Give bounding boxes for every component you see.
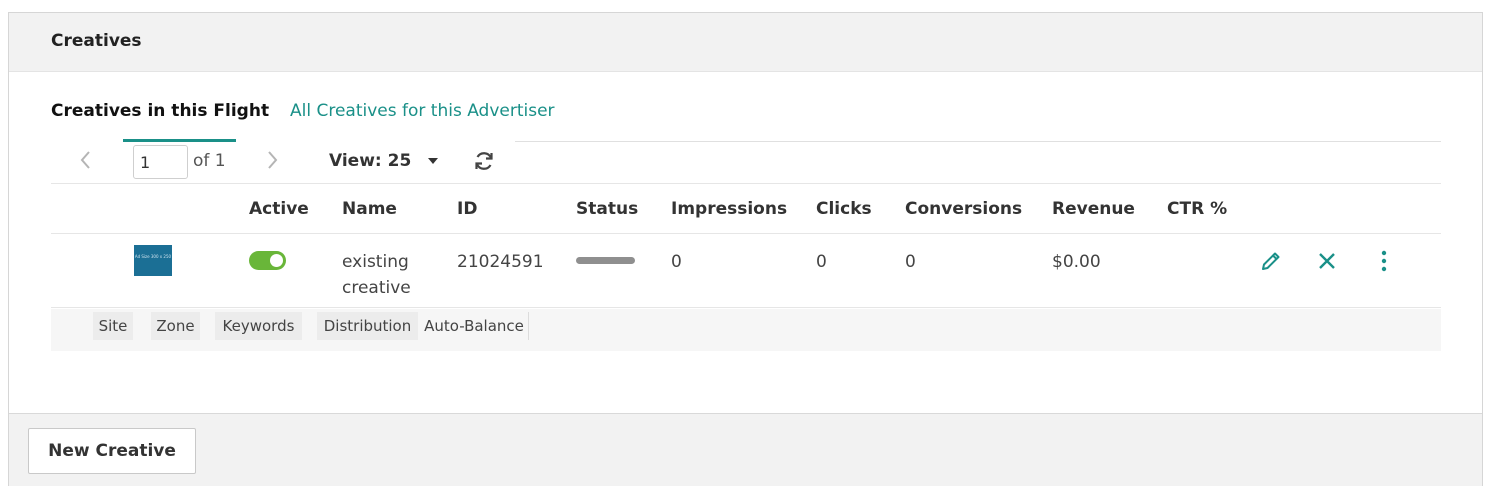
caret-down-icon — [428, 158, 439, 164]
header-divider — [51, 233, 1441, 234]
creative-id: 21024591 — [457, 252, 544, 272]
toggle-knob — [270, 254, 283, 267]
tab-creatives-in-flight[interactable]: Creatives in this Flight — [51, 101, 269, 121]
impressions-value: 0 — [671, 252, 682, 272]
delete-button[interactable] — [1313, 247, 1341, 275]
more-vertical-icon — [1381, 250, 1387, 272]
edit-button[interactable] — [1257, 247, 1285, 275]
column-header-revenue[interactable]: Revenue — [1052, 199, 1135, 219]
tab-divider — [515, 141, 1441, 142]
pencil-icon — [1262, 252, 1280, 270]
row-divider — [51, 307, 1441, 308]
view-count-dropdown[interactable]: View: 25 — [329, 151, 439, 171]
subtab-auto-balance[interactable]: Auto-Balance — [420, 312, 529, 340]
previous-page-button[interactable] — [73, 147, 97, 173]
column-header-id[interactable]: ID — [457, 199, 477, 219]
chevron-right-icon — [268, 151, 278, 169]
page-count-label: of 1 — [193, 151, 226, 171]
status-indicator — [576, 257, 635, 264]
subtab-zone[interactable]: Zone — [151, 312, 200, 340]
active-toggle[interactable] — [249, 251, 286, 270]
refresh-button[interactable] — [472, 149, 496, 173]
column-header-active[interactable]: Active — [249, 199, 309, 219]
chevron-left-icon — [80, 151, 90, 169]
next-page-button[interactable] — [261, 147, 285, 173]
more-actions-button[interactable] — [1370, 247, 1398, 275]
table-top-divider — [51, 183, 1441, 184]
creative-name: existing creative — [342, 252, 411, 298]
subtab-distribution[interactable]: Distribution — [317, 312, 418, 340]
panel-footer: New Creative — [9, 413, 1482, 486]
panel-title: Creatives — [51, 31, 142, 51]
revenue-value: $0.00 — [1052, 252, 1101, 272]
column-header-ctr[interactable]: CTR % — [1167, 199, 1227, 219]
page-number-input[interactable] — [133, 145, 188, 179]
column-header-clicks[interactable]: Clicks — [816, 199, 872, 219]
close-icon — [1319, 253, 1335, 269]
clicks-value: 0 — [816, 252, 827, 272]
column-header-status[interactable]: Status — [576, 199, 638, 219]
conversions-value: 0 — [905, 252, 916, 272]
subtab-site[interactable]: Site — [93, 312, 133, 340]
column-header-name[interactable]: Name — [342, 199, 397, 219]
subtab-keywords[interactable]: Keywords — [215, 312, 302, 340]
creative-thumbnail[interactable]: Ad Size 300 x 250 — [134, 245, 172, 276]
tab-all-creatives-advertiser[interactable]: All Creatives for this Advertiser — [290, 101, 555, 121]
panel-header: Creatives — [9, 13, 1482, 72]
creatives-panel: Creatives Creatives in this Flight All C… — [8, 12, 1483, 486]
column-header-impressions[interactable]: Impressions — [671, 199, 787, 219]
active-tab-indicator — [123, 139, 236, 142]
view-count-label: View: 25 — [329, 151, 412, 171]
refresh-icon — [475, 152, 493, 170]
new-creative-button[interactable]: New Creative — [28, 428, 196, 474]
column-header-conversions[interactable]: Conversions — [905, 199, 1022, 219]
